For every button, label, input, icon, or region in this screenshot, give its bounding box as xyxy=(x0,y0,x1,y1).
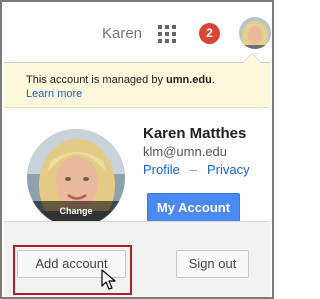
top-bar-user-name[interactable]: Karen xyxy=(102,25,142,42)
profile-photo[interactable]: Change xyxy=(27,129,125,227)
top-bar: Karen 2 xyxy=(2,2,272,64)
banner-domain: umn.edu xyxy=(166,74,212,86)
my-account-button[interactable]: My Account xyxy=(147,193,240,222)
mouse-pointer-icon xyxy=(101,269,116,290)
avatar[interactable] xyxy=(239,17,271,49)
sign-out-button[interactable]: Sign out xyxy=(176,250,249,278)
profile-link[interactable]: Profile xyxy=(143,162,180,177)
banner-text-prefix: This account is managed by xyxy=(26,74,167,86)
account-full-name: Karen Matthes xyxy=(143,125,247,142)
popup-footer: Add account Sign out xyxy=(4,221,270,297)
account-switcher-screenshot: Karen 2 This account is managed by umn.e… xyxy=(0,0,274,299)
privacy-link[interactable]: Privacy xyxy=(207,162,250,177)
account-popup: This account is managed by umn.edu. Lear… xyxy=(4,53,270,297)
user-avatar-icon xyxy=(239,17,271,49)
account-email: klm@umn.edu xyxy=(143,144,228,159)
apps-grid-icon[interactable] xyxy=(158,25,176,43)
notification-badge[interactable]: 2 xyxy=(199,23,220,44)
banner-text-suffix: . xyxy=(211,74,215,86)
popup-caret xyxy=(243,54,261,63)
learn-more-link[interactable]: Learn more xyxy=(26,88,82,100)
managed-account-banner: This account is managed by umn.edu. Lear… xyxy=(4,63,270,108)
link-separator: – xyxy=(190,162,198,177)
